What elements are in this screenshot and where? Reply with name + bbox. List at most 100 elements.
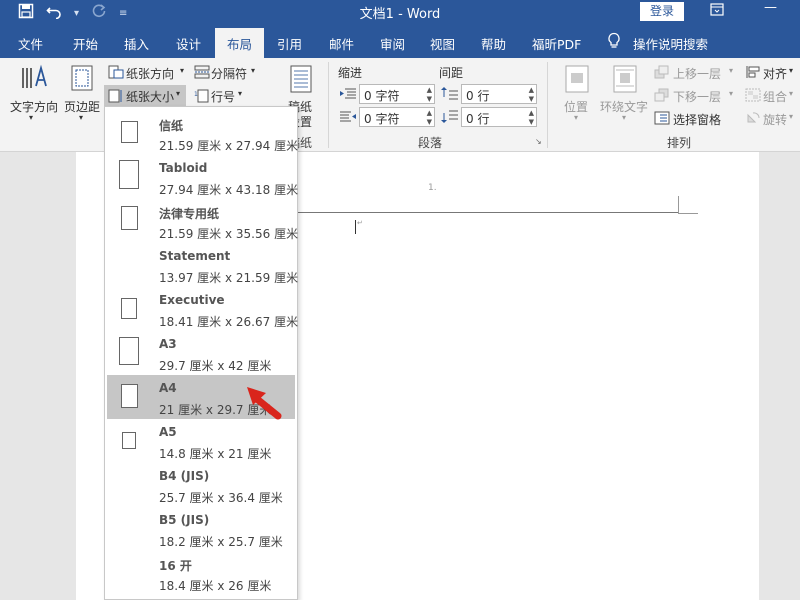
line-numbers-button[interactable]: 行号 [211, 88, 235, 105]
selection-pane-icon[interactable] [654, 111, 670, 128]
indent-right-input[interactable]: 0 字符 ▲ ▼ [359, 107, 435, 127]
breaks-icon[interactable] [194, 65, 210, 82]
paper-size-button[interactable]: 纸张大小 [126, 88, 174, 105]
paper-size-dropdown-icon[interactable]: ▾ [176, 89, 180, 98]
arrange-group-label: 排列 [667, 136, 692, 150]
align-icon[interactable] [745, 65, 761, 82]
paper-size-option-statement[interactable]: Statement 13.97 厘米 x 21.59 厘米 [107, 243, 299, 287]
indent-right-icon [339, 110, 357, 127]
paper-size-name: A5 [159, 425, 177, 439]
paper-size-name: Tabloid [159, 161, 208, 175]
paper-size-option-executive[interactable]: Executive 18.41 厘米 x 26.67 厘米 [107, 287, 299, 331]
align-button[interactable]: 对齐 [763, 65, 787, 82]
text-direction-dropdown-icon[interactable]: ▾ [29, 113, 33, 122]
group-separator [328, 62, 329, 148]
paper-size-dimensions: 18.41 厘米 x 26.67 厘米 [159, 315, 299, 329]
line-numbers-dropdown-icon[interactable]: ▾ [238, 89, 242, 98]
rotate-label: 旋转 [763, 113, 788, 127]
paper-size-option-a3[interactable]: A3 29.7 厘米 x 42 厘米 [107, 331, 295, 375]
draft-paper-icon[interactable] [289, 64, 313, 97]
paper-size-option-b5-jis[interactable]: B5 (JIS) 18.2 厘米 x 25.7 厘米 [107, 507, 295, 551]
paragraph-group-label: 段落 [418, 136, 443, 150]
margin-corner-mark [678, 213, 698, 214]
rotate-dropdown-icon: ▾ [789, 112, 794, 121]
group-objects-label: 组合 [763, 90, 788, 104]
spacing-after-input[interactable]: 0 行 ▲ ▼ [461, 107, 537, 127]
orientation-dropdown-icon[interactable]: ▾ [180, 66, 184, 75]
spin-down-icon[interactable]: ▼ [427, 118, 432, 126]
paper-size-option-legal[interactable]: 法律专用纸 21.59 厘米 x 35.56 厘米 [107, 199, 298, 243]
spin-up-icon[interactable]: ▲ [427, 109, 432, 117]
tab-home[interactable]: 开始 [73, 34, 98, 53]
tab-view[interactable]: 视图 [430, 34, 455, 53]
orientation-icon[interactable] [108, 65, 124, 82]
breaks-button[interactable]: 分隔符 [211, 65, 247, 82]
spin-up-icon[interactable]: ▲ [529, 86, 534, 94]
paper-size-dropdown: 信纸 21.59 厘米 x 27.94 厘米 Tabloid 27.94 厘米 … [104, 106, 298, 600]
spin-up-icon[interactable]: ▲ [427, 86, 432, 94]
spin-down-icon[interactable]: ▼ [529, 118, 534, 126]
spin-down-icon[interactable]: ▼ [529, 95, 534, 103]
tab-design[interactable]: 设计 [176, 34, 201, 53]
paper-size-name: 信纸 [159, 119, 184, 133]
text-cursor [355, 220, 356, 234]
bring-forward-icon [654, 65, 670, 82]
paper-thumbnail-icon [122, 432, 136, 449]
paper-thumbnail-icon [119, 160, 139, 189]
send-backward-icon [654, 88, 670, 105]
align-dropdown-icon[interactable]: ▾ [789, 66, 793, 75]
text-direction-label[interactable]: 文字方向 [10, 98, 58, 115]
tab-insert[interactable]: 插入 [124, 34, 149, 53]
page-number: 1. [428, 183, 437, 193]
margins-dropdown-icon[interactable]: ▾ [79, 113, 83, 122]
tab-references[interactable]: 引用 [277, 34, 302, 53]
paper-thumbnail-icon [119, 337, 139, 365]
orientation-button[interactable]: 纸张方向 [126, 65, 174, 82]
bring-forward-dropdown-icon: ▾ [729, 66, 734, 75]
paper-size-dimensions: 27.94 厘米 x 43.18 厘米 [159, 183, 299, 197]
line-numbers-icon[interactable]: 1 [194, 89, 210, 106]
spacing-before-input[interactable]: 0 行 ▲ ▼ [461, 84, 537, 104]
tab-review[interactable]: 审阅 [380, 34, 405, 53]
rotate-icon [745, 111, 761, 128]
paper-size-icon[interactable] [108, 89, 124, 106]
header-separator [298, 212, 678, 213]
paper-size-name: A4 [159, 381, 177, 395]
tab-help[interactable]: 帮助 [481, 34, 506, 53]
paragraph-dialog-launcher-icon[interactable]: ↘ [535, 137, 542, 146]
selection-pane-button[interactable]: 选择窗格 [673, 111, 721, 128]
margins-icon[interactable] [70, 64, 94, 95]
spacing-after-icon [441, 108, 459, 129]
paper-thumbnail-icon [121, 384, 138, 408]
position-dropdown-icon: ▾ [574, 113, 579, 122]
indent-left-input[interactable]: 0 字符 ▲ ▼ [359, 84, 435, 104]
login-button[interactable]: 登录 [640, 2, 684, 21]
spacing-before-value: 0 行 [466, 89, 490, 103]
paper-size-dimensions: 18.2 厘米 x 25.7 厘米 [159, 535, 283, 549]
paper-size-option-tabloid[interactable]: Tabloid 27.94 厘米 x 43.18 厘米 [107, 155, 299, 199]
paper-size-name: 法律专用纸 [159, 207, 220, 221]
indent-left-value: 0 字符 [364, 89, 400, 103]
wrap-text-dropdown-icon: ▾ [622, 113, 627, 122]
paper-size-dimensions: 13.97 厘米 x 21.59 厘米 [159, 271, 299, 285]
paper-thumbnail-icon [121, 206, 138, 230]
paper-size-name: B4 (JIS) [159, 469, 210, 483]
ribbon-display-options-icon[interactable] [710, 3, 724, 21]
tab-mailings[interactable]: 邮件 [329, 34, 354, 53]
paper-size-name: 16 开 [159, 559, 192, 573]
breaks-dropdown-icon[interactable]: ▾ [251, 66, 255, 75]
spin-down-icon[interactable]: ▼ [427, 95, 432, 103]
tab-layout[interactable]: 布局 [215, 28, 265, 58]
paper-size-name: Executive [159, 293, 225, 307]
spin-up-icon[interactable]: ▲ [529, 109, 534, 117]
tab-foxit-pdf[interactable]: 福昕PDF [532, 34, 581, 53]
paper-size-option-b4-jis[interactable]: B4 (JIS) 25.7 厘米 x 36.4 厘米 [107, 463, 295, 507]
paper-size-option-letter[interactable]: 信纸 21.59 厘米 x 27.94 厘米 [107, 111, 298, 155]
bring-forward-label: 上移一层 [673, 67, 722, 81]
text-direction-icon[interactable] [20, 64, 50, 95]
minimize-icon[interactable]: — [764, 0, 777, 15]
tab-file[interactable]: 文件 [18, 34, 43, 53]
indent-left-icon [339, 87, 357, 104]
tell-me-search[interactable]: 操作说明搜索 [633, 34, 708, 53]
paper-size-option-16k[interactable]: 16 开 18.4 厘米 x 26 厘米 [107, 551, 295, 595]
